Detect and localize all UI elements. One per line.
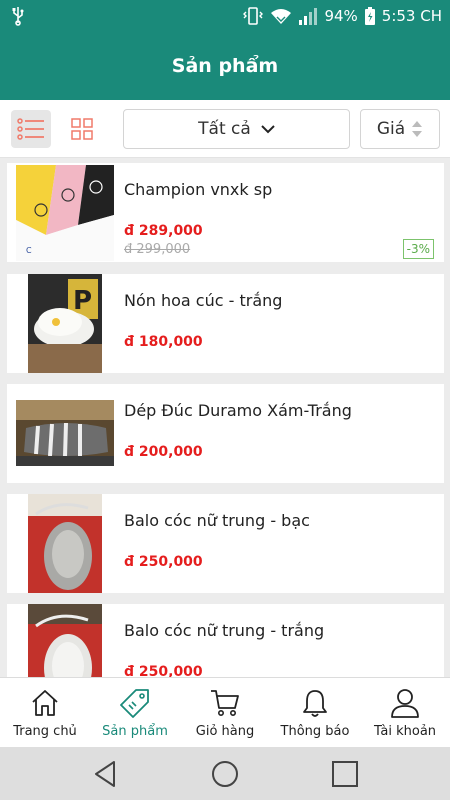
- wifi-icon: [271, 9, 292, 24]
- recent-apps-icon[interactable]: [330, 759, 360, 789]
- grid-view-button[interactable]: [62, 110, 102, 148]
- product-card[interactable]: Balo cóc nữ trung - trắng đ 250,000: [7, 604, 444, 677]
- nav-item-account[interactable]: Tài khoản: [360, 678, 450, 748]
- cart-icon: [211, 690, 239, 716]
- nav-label: Thông báo: [280, 724, 350, 739]
- category-filter-select[interactable]: Tất cả: [123, 109, 350, 149]
- product-name: Nón hoa cúc - trắng: [124, 291, 283, 310]
- chevron-down-icon: [261, 125, 275, 134]
- bottom-nav: Trang chủ Sản phẩm Giỏ hàng Thông báo Tà…: [0, 677, 450, 747]
- page-title: Sản phẩm: [171, 55, 279, 77]
- product-list: C Champion vnxk sp đ 289,000 đ 299,000 -…: [0, 158, 450, 677]
- battery-icon: [364, 7, 375, 25]
- list-view-icon: [17, 118, 44, 140]
- grid-view-icon: [71, 118, 93, 140]
- usb-icon: [12, 7, 24, 26]
- product-old-price: đ 299,000: [124, 242, 191, 257]
- product-name: Dép Đúc Duramo Xám-Trắng: [124, 401, 352, 420]
- product-name: Champion vnxk sp: [124, 180, 273, 199]
- price-sort-button[interactable]: Giá: [360, 109, 440, 149]
- product-image: [28, 494, 102, 593]
- signal-icon: [299, 8, 318, 25]
- nav-label: Giỏ hàng: [195, 724, 255, 739]
- battery-percent: 94%: [324, 7, 358, 25]
- product-card[interactable]: Dép Đúc Duramo Xám-Trắng đ 200,000: [7, 384, 444, 483]
- system-nav-bar: [0, 747, 450, 800]
- nav-label: Trang chủ: [13, 724, 77, 739]
- nav-item-notifications[interactable]: Thông báo: [270, 678, 360, 748]
- nav-label: Sản phẩm: [102, 724, 168, 739]
- app-bar: Sản phẩm: [0, 32, 450, 100]
- sort-arrows-icon: [412, 121, 423, 137]
- product-price: đ 200,000: [124, 444, 203, 460]
- bell-icon: [303, 690, 327, 717]
- vibrate-icon: [243, 7, 264, 25]
- product-image: [16, 400, 114, 466]
- svg-text:C: C: [26, 246, 32, 255]
- product-price: đ 250,000: [124, 554, 203, 570]
- product-image: P: [28, 274, 102, 373]
- product-price: đ 289,000: [124, 223, 203, 239]
- svg-text:P: P: [73, 286, 92, 316]
- nav-item-cart[interactable]: Giỏ hàng: [180, 678, 270, 748]
- product-price: đ 180,000: [124, 334, 203, 350]
- filter-toolbar: Tất cả Giá: [0, 100, 450, 158]
- product-image: C: [16, 165, 114, 261]
- sort-label: Giá: [376, 119, 406, 139]
- home-button-icon[interactable]: [210, 759, 240, 789]
- home-icon: [32, 690, 58, 716]
- product-card[interactable]: P Nón hoa cúc - trắng đ 180,000: [7, 274, 444, 373]
- back-icon[interactable]: [90, 759, 120, 789]
- product-card[interactable]: C Champion vnxk sp đ 289,000 đ 299,000 -…: [7, 163, 444, 262]
- nav-label: Tài khoản: [373, 724, 437, 739]
- product-card[interactable]: Balo cóc nữ trung - bạc đ 250,000: [7, 494, 444, 593]
- product-name: Balo cóc nữ trung - trắng: [124, 621, 325, 640]
- discount-badge: -3%: [402, 239, 434, 259]
- product-image: [28, 604, 102, 677]
- list-view-button[interactable]: [11, 110, 51, 148]
- product-name: Balo cóc nữ trung - bạc: [124, 511, 310, 530]
- nav-item-home[interactable]: Trang chủ: [0, 678, 90, 748]
- product-price: đ 250,000: [124, 664, 203, 677]
- status-bar: 94% 5:53 CH: [0, 0, 450, 32]
- filter-value: Tất cả: [198, 119, 251, 139]
- clock: 5:53 CH: [381, 7, 442, 25]
- tag-icon: [120, 689, 149, 718]
- user-icon: [391, 689, 419, 718]
- nav-item-products[interactable]: Sản phẩm: [90, 678, 180, 748]
